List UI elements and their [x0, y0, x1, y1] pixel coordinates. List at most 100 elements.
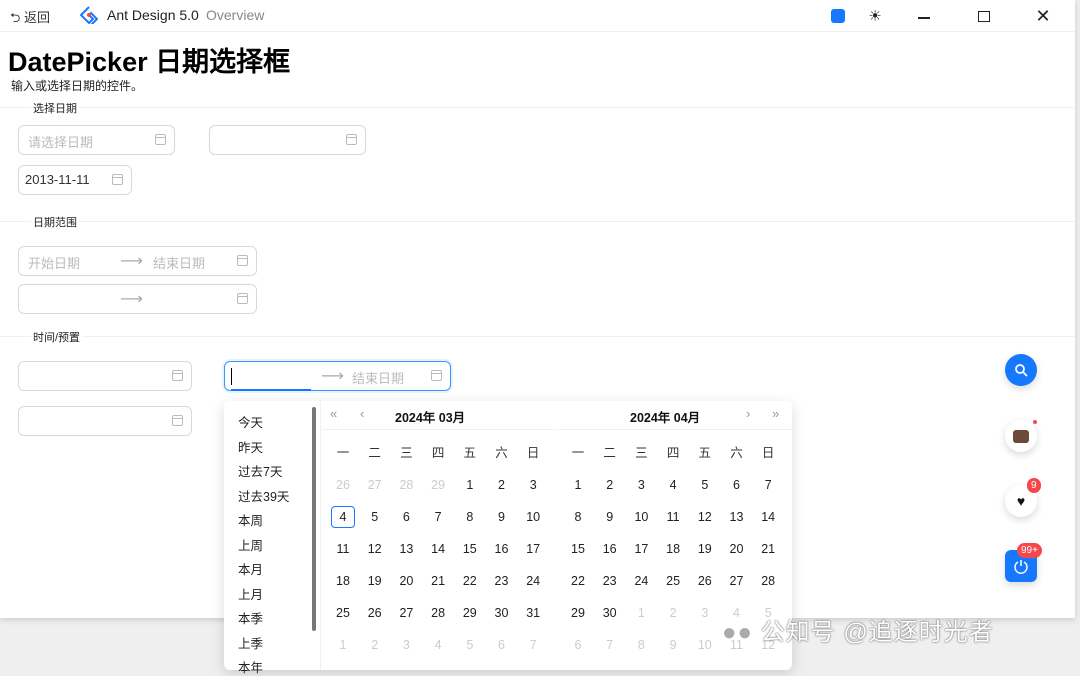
date-cell[interactable]: 27: [363, 474, 387, 496]
date-cell[interactable]: 20: [725, 538, 749, 560]
date-cell[interactable]: 14: [426, 538, 450, 560]
avatar-float-button[interactable]: [1005, 420, 1037, 452]
date-cell[interactable]: 7: [521, 634, 545, 656]
date-cell[interactable]: 12: [363, 538, 387, 560]
date-cell[interactable]: 29: [458, 602, 482, 624]
range-input[interactable]: 开始日期 ⟶ 结束日期: [18, 246, 257, 276]
preset-item[interactable]: 今天: [238, 412, 263, 431]
date-cell[interactable]: 24: [629, 570, 653, 592]
preset-item[interactable]: 上季: [238, 633, 263, 652]
date-cell[interactable]: 6: [725, 474, 749, 496]
theme-color-icon[interactable]: [828, 6, 848, 26]
date-cell[interactable]: 26: [693, 570, 717, 592]
sun-icon[interactable]: ☀: [865, 6, 885, 26]
date-cell[interactable]: 8: [566, 506, 590, 528]
date-input[interactable]: 请选择日期: [18, 125, 175, 155]
date-cell[interactable]: 1: [629, 602, 653, 624]
date-cell[interactable]: 16: [598, 538, 622, 560]
date-cell[interactable]: 30: [598, 602, 622, 624]
date-cell[interactable]: 29: [566, 602, 590, 624]
date-cell[interactable]: 17: [629, 538, 653, 560]
scrollbar[interactable]: [312, 407, 316, 631]
date-cell[interactable]: 6: [566, 634, 590, 656]
preset-item[interactable]: 本年: [238, 657, 263, 676]
date-cell[interactable]: 22: [458, 570, 482, 592]
date-cell[interactable]: 15: [458, 538, 482, 560]
date-cell[interactable]: 5: [363, 506, 387, 528]
date-cell[interactable]: 15: [566, 538, 590, 560]
date-cell[interactable]: 7: [426, 506, 450, 528]
time-input[interactable]: [18, 361, 192, 391]
date-cell[interactable]: 27: [725, 570, 749, 592]
date-cell[interactable]: 3: [629, 474, 653, 496]
date-cell[interactable]: 3: [394, 634, 418, 656]
search-float-button[interactable]: [1005, 354, 1037, 386]
date-cell[interactable]: 10: [521, 506, 545, 528]
date-cell[interactable]: 21: [756, 538, 780, 560]
date-cell[interactable]: 31: [521, 602, 545, 624]
date-cell[interactable]: 2: [661, 602, 685, 624]
date-cell[interactable]: 22: [566, 570, 590, 592]
date-input-2[interactable]: [209, 125, 366, 155]
date-cell[interactable]: 20: [394, 570, 418, 592]
date-cell[interactable]: 7: [756, 474, 780, 496]
date-cell[interactable]: 29: [426, 474, 450, 496]
time-input-2[interactable]: [18, 406, 192, 436]
power-float-button[interactable]: 99+: [1005, 543, 1042, 582]
date-cell[interactable]: 6: [394, 506, 418, 528]
date-cell-today[interactable]: 4: [331, 506, 355, 528]
date-cell[interactable]: 17: [521, 538, 545, 560]
date-cell[interactable]: 23: [490, 570, 514, 592]
date-cell[interactable]: 12: [693, 506, 717, 528]
back-button[interactable]: ⮌ 返回: [10, 7, 50, 31]
date-cell[interactable]: 21: [426, 570, 450, 592]
date-cell[interactable]: 18: [331, 570, 355, 592]
date-cell[interactable]: 16: [490, 538, 514, 560]
date-cell[interactable]: 5: [458, 634, 482, 656]
preset-item[interactable]: 本周: [238, 510, 263, 529]
date-cell[interactable]: 13: [394, 538, 418, 560]
date-cell[interactable]: 13: [725, 506, 749, 528]
date-cell[interactable]: 4: [426, 634, 450, 656]
date-cell[interactable]: 7: [598, 634, 622, 656]
heart-float-button[interactable]: ♥ 9: [1005, 478, 1041, 517]
preset-range-input[interactable]: ⟶ 结束日期: [224, 361, 451, 391]
date-cell[interactable]: 5: [693, 474, 717, 496]
date-cell[interactable]: 24: [521, 570, 545, 592]
prev-icon[interactable]: ‹: [360, 406, 364, 421]
date-cell[interactable]: 28: [426, 602, 450, 624]
date-cell[interactable]: 9: [490, 506, 514, 528]
date-cell[interactable]: 23: [598, 570, 622, 592]
date-cell[interactable]: 28: [756, 570, 780, 592]
date-cell[interactable]: 25: [661, 570, 685, 592]
preset-item[interactable]: 过去39天: [238, 486, 289, 505]
preset-item[interactable]: 本季: [238, 608, 263, 627]
date-cell[interactable]: 1: [566, 474, 590, 496]
date-cell[interactable]: 4: [661, 474, 685, 496]
date-cell[interactable]: 9: [661, 634, 685, 656]
preset-item[interactable]: 昨天: [238, 437, 263, 456]
date-cell[interactable]: 25: [331, 602, 355, 624]
date-cell[interactable]: 2: [490, 474, 514, 496]
preset-item[interactable]: 本月: [238, 559, 263, 578]
month-title[interactable]: 2024年 03月: [395, 407, 465, 426]
date-cell[interactable]: 2: [363, 634, 387, 656]
date-cell[interactable]: 1: [458, 474, 482, 496]
maximize-icon[interactable]: [974, 6, 994, 26]
range-input-2[interactable]: ⟶: [18, 284, 257, 314]
date-cell[interactable]: 30: [490, 602, 514, 624]
date-cell[interactable]: 3: [693, 602, 717, 624]
date-input-filled[interactable]: 2013-11-11: [18, 165, 132, 195]
date-cell[interactable]: 11: [331, 538, 355, 560]
date-cell[interactable]: 11: [661, 506, 685, 528]
month-title[interactable]: 2024年 04月: [630, 407, 700, 426]
date-cell[interactable]: 18: [661, 538, 685, 560]
next-icon[interactable]: ›: [746, 406, 750, 421]
date-cell[interactable]: 10: [693, 634, 717, 656]
minimize-icon[interactable]: [914, 6, 934, 26]
date-cell[interactable]: 14: [756, 506, 780, 528]
close-icon[interactable]: ✕: [1033, 6, 1053, 26]
preset-item[interactable]: 上月: [238, 584, 263, 603]
preset-item[interactable]: 过去7天: [238, 461, 282, 480]
date-cell[interactable]: 10: [629, 506, 653, 528]
